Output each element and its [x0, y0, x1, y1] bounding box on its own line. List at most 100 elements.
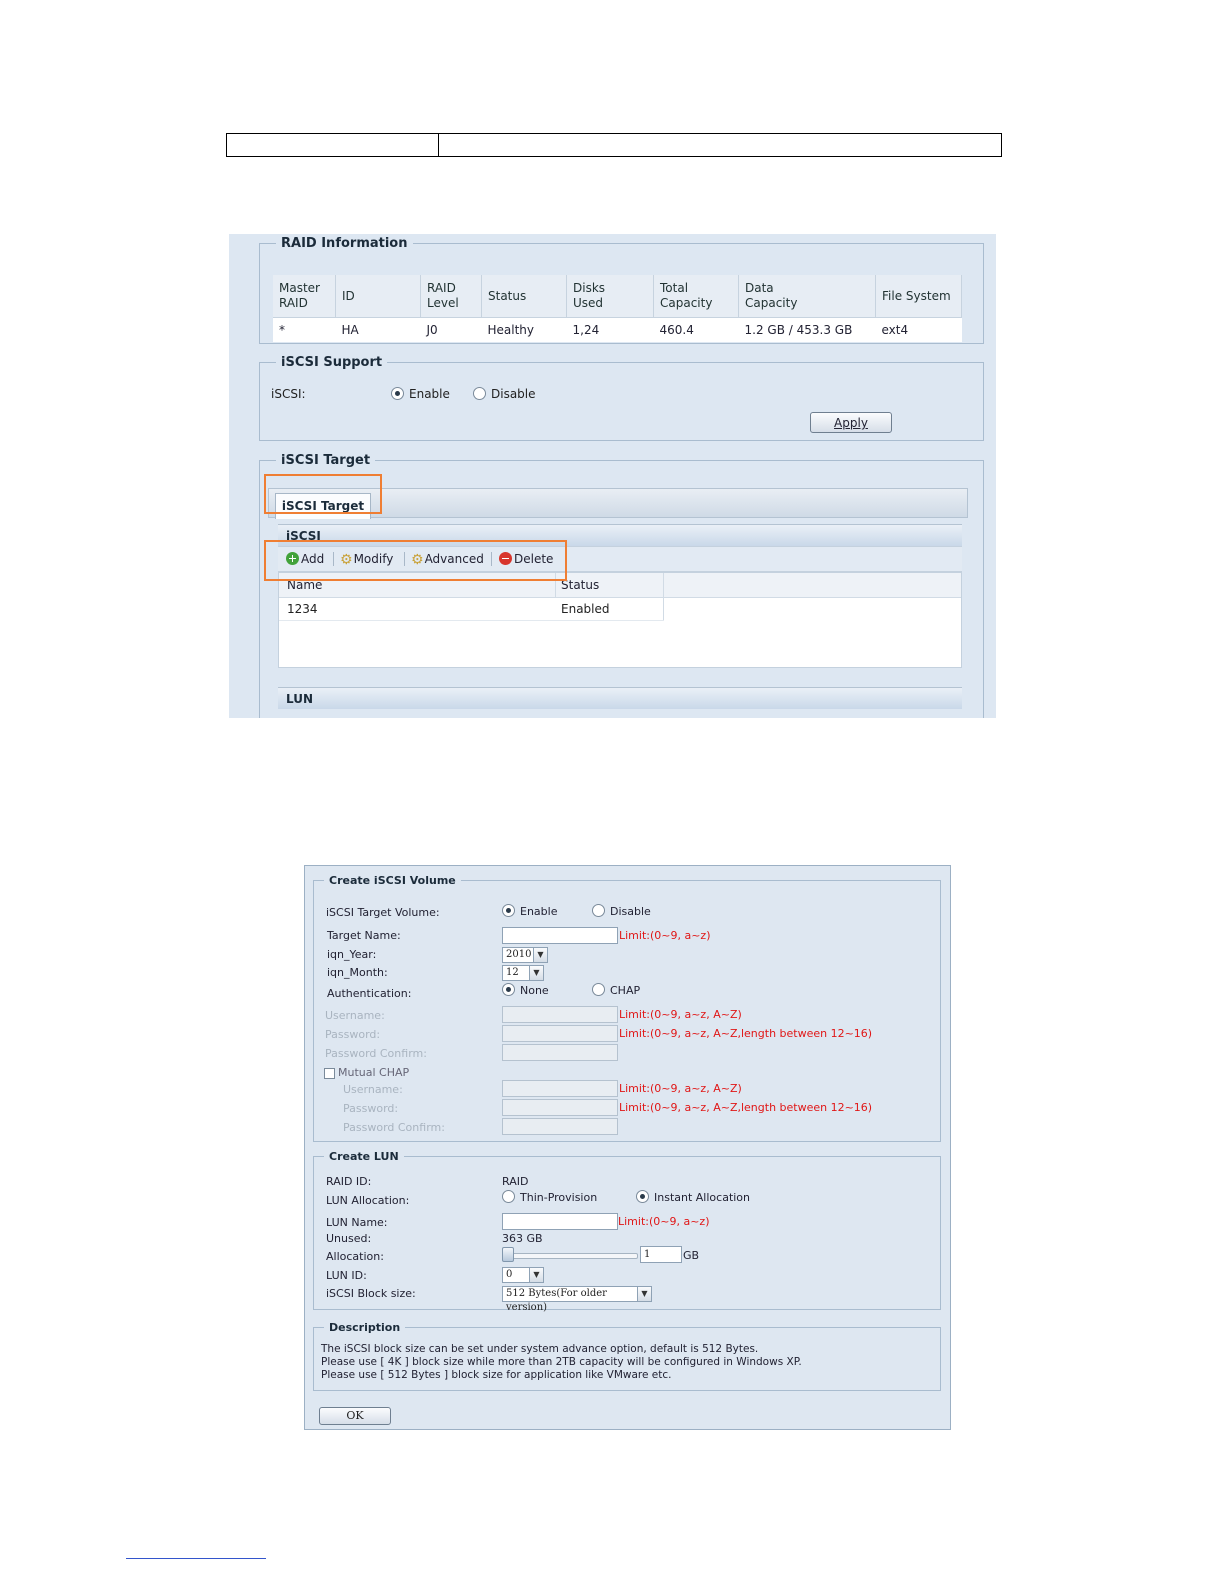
- target-name-limit: Limit:(0~9, a~z): [619, 929, 711, 942]
- allocation-input[interactable]: 1: [640, 1246, 682, 1263]
- chevron-down-icon: ▼: [529, 966, 543, 980]
- password-input[interactable]: [502, 1025, 618, 1042]
- target-name-cell: 1234: [287, 602, 318, 616]
- iscsi-overview-screenshot: RAID Information Master RAID ID RAID Level…: [229, 234, 996, 718]
- radio-unchecked-icon[interactable]: [473, 387, 486, 400]
- mutual-password-confirm-label: Password Confirm:: [343, 1121, 445, 1134]
- create-lun-legend: Create LUN: [329, 1150, 399, 1163]
- raid-id-value: RAID: [502, 1175, 529, 1188]
- mutual-password-confirm-input[interactable]: [502, 1118, 618, 1135]
- unused-value: 363 GB: [502, 1232, 543, 1245]
- mutual-username-limit: Limit:(0~9, a~z, A~Z): [619, 1082, 742, 1095]
- cell-master-raid: *: [279, 323, 285, 337]
- mutual-chap-checkbox[interactable]: [324, 1068, 335, 1079]
- lun-name-label: LUN Name:: [326, 1216, 388, 1229]
- raid-table: Master RAID ID RAID Level Status Disks Used…: [273, 275, 962, 342]
- radio-unchecked-icon[interactable]: [592, 904, 605, 917]
- radio-checked-icon[interactable]: [502, 983, 515, 996]
- raid-table-header: Master RAID ID RAID Level Status Disks Used…: [273, 275, 962, 318]
- col-raid-level: RAID Level: [420, 275, 482, 318]
- iqn-year-select[interactable]: 2010 ▼: [502, 947, 548, 963]
- target-grid: Name Status 1234 Enabled: [278, 572, 962, 668]
- allocation-slider-track[interactable]: [502, 1253, 638, 1259]
- iqn-month-label: iqn_Month:: [327, 966, 388, 979]
- description-legend: Description: [329, 1321, 401, 1334]
- instant-allocation-option[interactable]: Instant Allocation: [636, 1190, 750, 1204]
- block-size-select[interactable]: 512 Bytes(For older version) ▼: [502, 1286, 652, 1313]
- lun-panel-title: LUN: [278, 687, 962, 709]
- col-data-capacity: Data Capacity: [738, 275, 876, 318]
- auth-chap-option[interactable]: CHAP: [592, 983, 640, 997]
- allocation-label: Allocation:: [326, 1250, 384, 1263]
- cell-raid-level: J0: [426, 323, 438, 337]
- document-table: [226, 133, 1002, 157]
- raid-id-label: RAID ID:: [326, 1175, 372, 1188]
- description-line: Please use [ 4K ] block size while more …: [321, 1356, 802, 1368]
- username-limit: Limit:(0~9, a~z, A~Z): [619, 1008, 742, 1021]
- iscsi-support-group: iSCSI Support iSCSI: Enable Disable Appl…: [259, 355, 984, 441]
- target-volume-label: iSCSI Target Volume:: [326, 906, 440, 919]
- iqn-year-label: iqn_Year:: [327, 948, 377, 961]
- cell-total-capacity: 460.4: [659, 323, 694, 337]
- highlight-toolbar: [264, 540, 567, 581]
- radio-unchecked-icon[interactable]: [502, 1190, 515, 1203]
- col-status: Status: [481, 275, 567, 318]
- lun-allocation-label: LUN Allocation:: [326, 1194, 410, 1207]
- create-iscsi-volume-screenshot: Create iSCSI Volume iSCSI Target Volume:…: [304, 865, 951, 1430]
- iscsi-support-legend: iSCSI Support: [281, 355, 383, 370]
- radio-unchecked-icon[interactable]: [592, 983, 605, 996]
- radio-checked-icon[interactable]: [502, 904, 515, 917]
- allocation-slider-handle[interactable]: [502, 1247, 514, 1262]
- lun-name-input[interactable]: [502, 1213, 618, 1230]
- iqn-month-select[interactable]: 12 ▼: [502, 965, 544, 981]
- target-volume-disable[interactable]: Disable: [592, 904, 651, 918]
- radio-checked-icon[interactable]: [636, 1190, 649, 1203]
- thin-provision-option[interactable]: Thin-Provision: [502, 1190, 597, 1204]
- chevron-down-icon: ▼: [529, 1268, 543, 1282]
- mutual-username-input[interactable]: [502, 1080, 618, 1097]
- lun-id-select[interactable]: 0 ▼: [502, 1267, 544, 1283]
- col-file-system: File System: [875, 275, 962, 318]
- username-input[interactable]: [502, 1006, 618, 1023]
- cell-status: Healthy: [487, 323, 535, 337]
- col-id: ID: [335, 275, 421, 318]
- cell-disks-used: 1,24: [572, 323, 600, 337]
- lun-id-label: LUN ID:: [326, 1269, 367, 1282]
- chevron-down-icon: ▼: [533, 948, 547, 962]
- mutual-chap-label: Mutual CHAP: [338, 1066, 410, 1079]
- mutual-username-label: Username:: [343, 1083, 403, 1096]
- target-volume-enable[interactable]: Enable: [502, 904, 557, 918]
- iscsi-label: iSCSI:: [271, 387, 306, 401]
- chevron-down-icon: ▼: [637, 1287, 651, 1301]
- ok-button[interactable]: OK: [319, 1407, 391, 1425]
- iscsi-target-legend: iSCSI Target: [281, 453, 371, 468]
- table-row[interactable]: 1234 Enabled: [279, 598, 664, 621]
- auth-none-option[interactable]: None: [502, 983, 549, 997]
- mutual-password-label: Password:: [343, 1102, 399, 1115]
- password-label: Password:: [325, 1028, 381, 1041]
- description-line: The iSCSI block size can be set under sy…: [321, 1343, 759, 1355]
- raid-information-legend: RAID Information: [281, 236, 408, 251]
- radio-checked-icon[interactable]: [391, 387, 404, 400]
- username-label: Username:: [325, 1009, 385, 1022]
- lun-name-limit: Limit:(0~9, a~z): [618, 1215, 710, 1228]
- table-row[interactable]: * HA J0 Healthy 1,24 460.4 1.2 GB / 453.…: [273, 318, 962, 343]
- password-confirm-label: Password Confirm:: [325, 1047, 427, 1060]
- password-confirm-input[interactable]: [502, 1044, 618, 1061]
- col-disks-used: Disks Used: [566, 275, 654, 318]
- mutual-password-input[interactable]: [502, 1099, 618, 1116]
- col-total-capacity: Total Capacity: [653, 275, 739, 318]
- apply-button[interactable]: Apply: [810, 412, 892, 433]
- cell-data-capacity: 1.2 GB / 453.3 GB: [744, 323, 853, 337]
- raid-information-group: RAID Information Master RAID ID RAID Level…: [259, 236, 984, 344]
- iscsi-enable-option[interactable]: Enable: [391, 387, 450, 401]
- block-size-label: iSCSI Block size:: [326, 1287, 416, 1300]
- col-master-raid: Master RAID: [273, 275, 336, 318]
- target-name-input[interactable]: [502, 927, 618, 944]
- mutual-password-limit: Limit:(0~9, a~z, A~Z,length between 12~1…: [619, 1101, 873, 1114]
- iscsi-disable-option[interactable]: Disable: [473, 387, 536, 401]
- create-volume-legend: Create iSCSI Volume: [329, 874, 456, 887]
- table-column-divider: [438, 134, 439, 156]
- password-limit: Limit:(0~9, a~z, A~Z,length between 12~1…: [619, 1027, 873, 1040]
- footnote-rule: [126, 1558, 266, 1559]
